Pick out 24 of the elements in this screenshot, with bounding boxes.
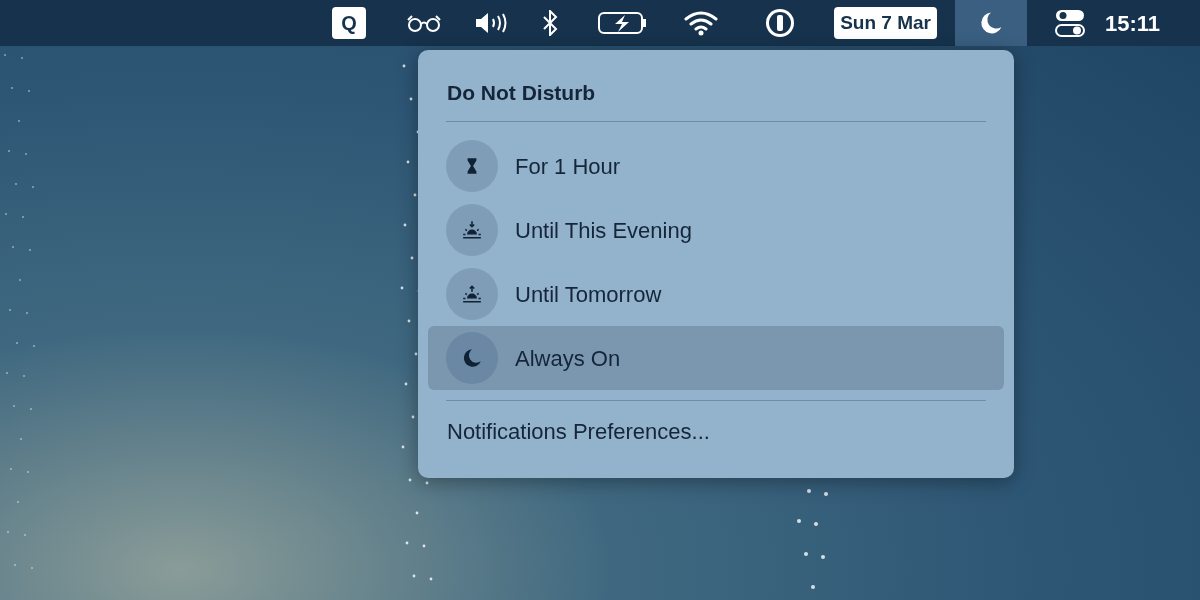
sunset-icon [462,220,482,239]
option-label: Always On [515,344,621,373]
notifications-preferences-item[interactable]: Notifications Preferences... [447,417,1004,447]
menu-title: Do Not Disturb [447,80,597,106]
hourglass-icon [467,158,477,174]
menu-option[interactable]: For 1 Hour [428,134,1004,198]
menu-option[interactable]: Always On [428,326,1004,390]
moon-icon [463,349,481,367]
wifi-icon[interactable] [684,10,719,36]
app-letter-icon[interactable]: Q [332,7,367,39]
menu-option[interactable]: Until Tomorrow [428,262,1004,326]
clock-time[interactable]: 15:11 [1104,6,1160,40]
battery-charging-icon[interactable] [598,11,649,35]
option-label: Until This Evening [515,216,692,245]
control-center-icon[interactable] [1054,8,1085,38]
date-label[interactable]: Sun 7 Mar [834,7,937,39]
option-label: Until Tomorrow [515,280,662,309]
menu-option[interactable]: Until This Evening [428,198,1004,262]
glasses-icon[interactable] [406,14,443,32]
info-circle-icon[interactable] [764,7,797,39]
option-label: For 1 Hour [515,152,621,181]
sunrise-icon [462,285,482,303]
bluetooth-icon[interactable] [542,10,559,36]
do-not-disturb-button[interactable] [954,0,1027,46]
